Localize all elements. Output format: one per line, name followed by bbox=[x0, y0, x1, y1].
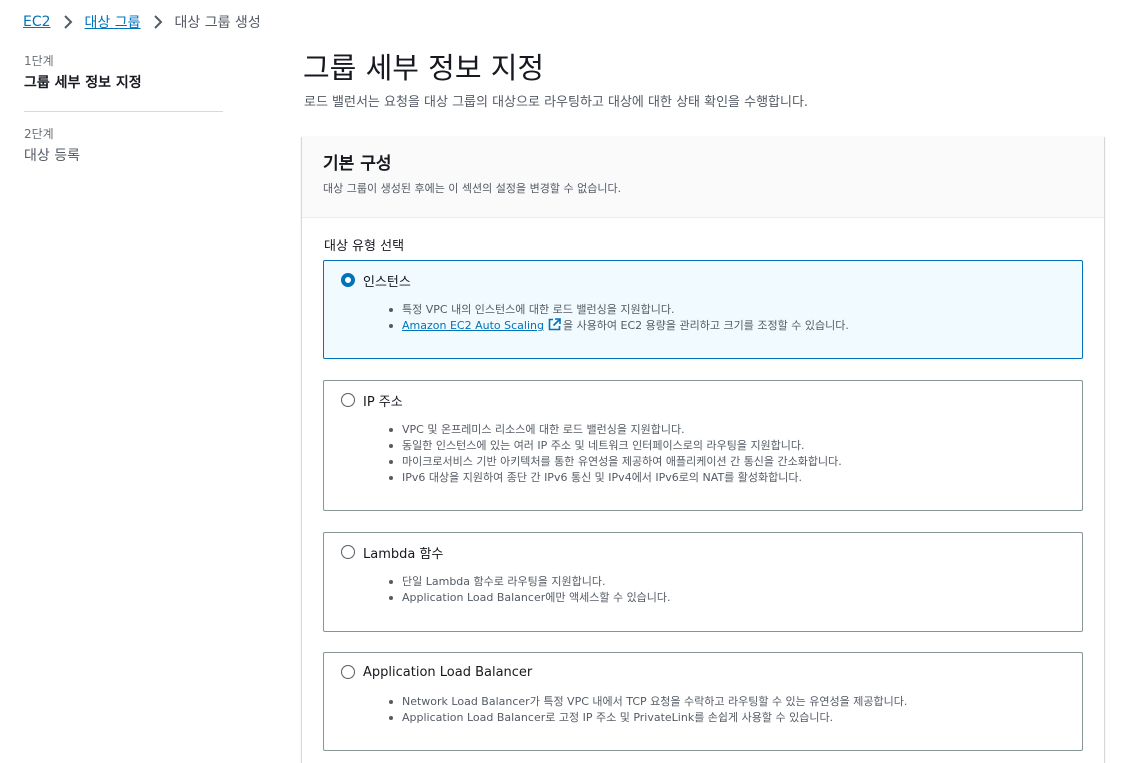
option-bullet-link: Amazon EC2 Auto Scaling 을 사용하여 EC2 용량을 관리… bbox=[389, 318, 1066, 336]
target-type-option-ip-addresses[interactable]: IP 주소 VPC 및 온프레미스 리소스에 대한 로드 밸런싱을 지원합니다.… bbox=[323, 380, 1083, 511]
option-bullet: 동일한 인스턴스에 있는 여러 IP 주소 및 네트워크 인터페이스로의 라우팅… bbox=[389, 438, 1066, 454]
target-type-option-alb[interactable]: Application Load Balancer Network Load B… bbox=[323, 652, 1083, 751]
panel-title: 기본 구성 bbox=[323, 154, 392, 174]
breadcrumb-ec2[interactable]: EC2 bbox=[23, 14, 51, 30]
breadcrumb: EC2 대상 그룹 대상 그룹 생성 bbox=[23, 11, 261, 33]
breadcrumb-target-groups[interactable]: 대상 그룹 bbox=[85, 12, 141, 32]
chevron-right-icon bbox=[63, 15, 73, 29]
external-link-icon[interactable] bbox=[548, 318, 561, 336]
target-type-label: 대상 유형 선택 bbox=[324, 239, 405, 254]
option-bullet: Network Load Balancer가 특정 VPC 내에서 TCP 요청… bbox=[389, 694, 1066, 710]
step-1: 1단계 그룹 세부 정보 지정 bbox=[24, 53, 223, 93]
option-bullet: 특정 VPC 내의 인스턴스에 대한 로드 밸런싱을 지원합니다. bbox=[389, 302, 1066, 318]
auto-scaling-link[interactable]: Amazon EC2 Auto Scaling bbox=[402, 319, 544, 332]
radio-unselected-icon[interactable] bbox=[341, 545, 355, 559]
breadcrumb-current: 대상 그룹 생성 bbox=[174, 15, 261, 31]
option-label: Lambda 함수 bbox=[363, 546, 444, 562]
wizard-steps: 1단계 그룹 세부 정보 지정 2단계 대상 등록 bbox=[24, 53, 223, 166]
option-label: Application Load Balancer bbox=[363, 664, 533, 680]
panel-description: 대상 그룹이 생성된 후에는 이 섹션의 설정을 변경할 수 없습니다. bbox=[323, 182, 622, 195]
radio-selected-icon[interactable] bbox=[341, 273, 355, 287]
option-label: IP 주소 bbox=[363, 394, 403, 410]
step-divider bbox=[24, 111, 223, 112]
chevron-right-icon bbox=[153, 15, 163, 29]
radio-unselected-icon[interactable] bbox=[341, 665, 355, 679]
target-type-option-instances[interactable]: 인스턴스 특정 VPC 내의 인스턴스에 대한 로드 밸런싱을 지원합니다. A… bbox=[323, 260, 1083, 359]
step-2: 2단계 대상 등록 bbox=[24, 126, 223, 166]
step-title: 대상 등록 bbox=[24, 148, 80, 164]
step-number: 1단계 bbox=[24, 54, 54, 68]
option-bullet: IPv6 대상을 지원하여 종단 간 IPv6 통신 및 IPv4에서 IPv6… bbox=[389, 470, 1066, 486]
page-title: 그룹 세부 정보 지정 bbox=[303, 51, 545, 85]
basic-configuration-panel: 기본 구성 대상 그룹이 생성된 후에는 이 섹션의 설정을 변경할 수 없습니… bbox=[302, 136, 1104, 763]
option-bullet: VPC 및 온프레미스 리소스에 대한 로드 밸런싱을 지원합니다. bbox=[389, 422, 1066, 438]
step-number: 2단계 bbox=[24, 127, 54, 141]
option-bullet: Application Load Balancer로 고정 IP 주소 및 Pr… bbox=[389, 710, 1066, 726]
option-bullet: 단일 Lambda 함수로 라우팅을 지원합니다. bbox=[389, 574, 1066, 590]
option-bullet: Application Load Balancer에만 액세스할 수 있습니다. bbox=[389, 590, 1066, 606]
panel-header: 기본 구성 대상 그룹이 생성된 후에는 이 섹션의 설정을 변경할 수 없습니… bbox=[302, 136, 1104, 218]
page-description: 로드 밸런서는 요청을 대상 그룹의 대상으로 라우팅하고 대상에 대한 상태 … bbox=[304, 95, 809, 110]
radio-unselected-icon[interactable] bbox=[341, 393, 355, 407]
link-suffix-text: 을 사용하여 EC2 용량을 관리하고 크기를 조정할 수 있습니다. bbox=[562, 319, 849, 332]
step-title: 그룹 세부 정보 지정 bbox=[24, 75, 142, 91]
option-label: 인스턴스 bbox=[363, 274, 411, 290]
target-type-option-lambda[interactable]: Lambda 함수 단일 Lambda 함수로 라우팅을 지원합니다. Appl… bbox=[323, 532, 1083, 632]
option-bullet: 마이크로서비스 기반 아키텍처를 통한 유연성을 제공하여 애플리케이션 간 통… bbox=[389, 454, 1066, 470]
